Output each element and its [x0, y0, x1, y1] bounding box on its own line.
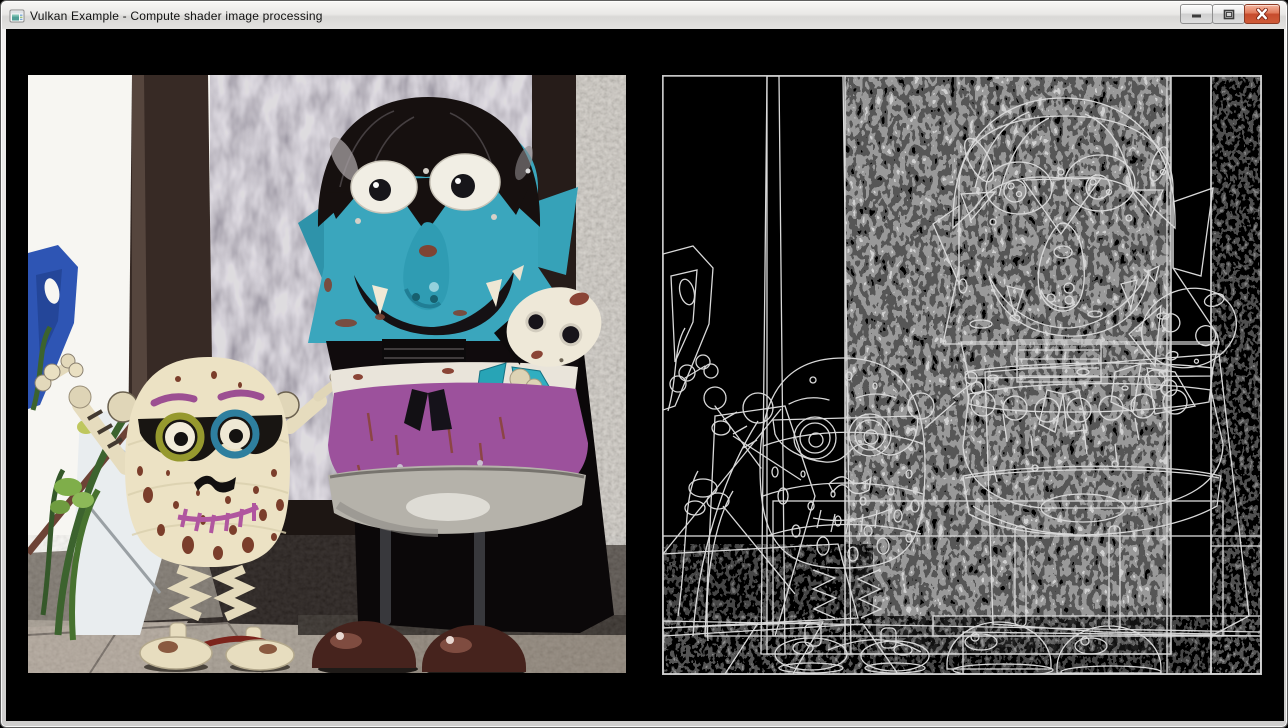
maximize-icon [1223, 9, 1235, 20]
close-icon [1255, 8, 1269, 20]
edge-glass-noise [845, 76, 1171, 654]
photo-scene [28, 75, 626, 673]
client-area [6, 29, 1284, 721]
mummy-brow-right [221, 393, 261, 397]
original-image-panel [28, 75, 626, 673]
mummy-foot-right [226, 640, 294, 670]
edge-filtered-image-panel [662, 75, 1262, 675]
minimize-button[interactable] [1180, 4, 1213, 24]
maximize-button[interactable] [1212, 4, 1245, 24]
vampire-leg-right [474, 525, 485, 629]
application-window-icon [9, 8, 25, 24]
minimize-icon [1191, 9, 1203, 19]
mummy-foot-left [140, 637, 212, 669]
app-window: Vulkan Example - Compute shader image pr… [0, 0, 1288, 728]
edge-stucco-noise [1211, 76, 1261, 674]
titlebar[interactable]: Vulkan Example - Compute shader image pr… [2, 2, 1286, 29]
close-button[interactable] [1244, 4, 1280, 24]
vampire-leg-left [380, 525, 391, 625]
window-title: Vulkan Example - Compute shader image pr… [30, 9, 323, 23]
window-controls [1180, 4, 1280, 24]
mummy-body [125, 357, 290, 567]
